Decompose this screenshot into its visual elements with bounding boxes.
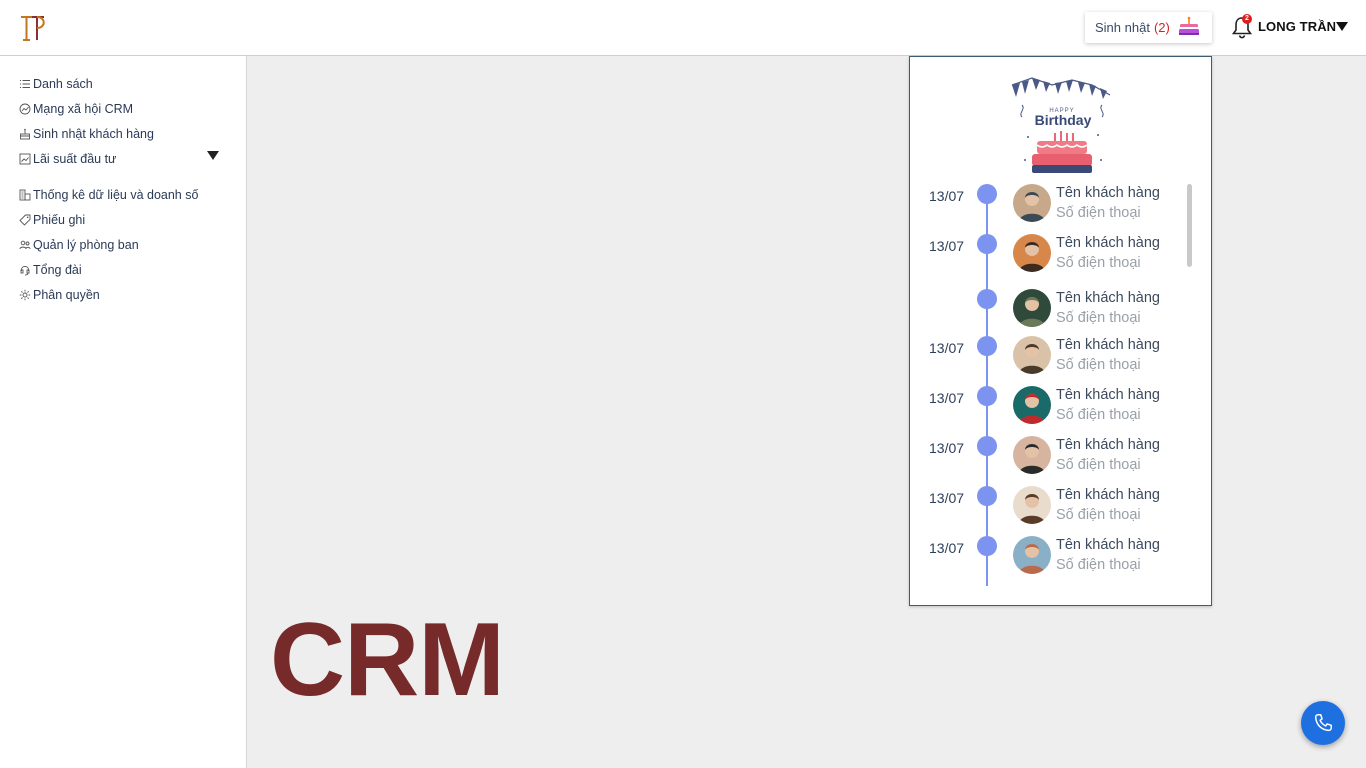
sidebar-item-label: Phiếu ghi	[33, 213, 86, 227]
birthday-entry: 13/07 Tên khách hàng Số điện thoại	[910, 536, 1210, 580]
sidebar-item-quan-ly-phong-ban[interactable]: Quản lý phòng ban	[19, 236, 139, 254]
birthday-date: 13/07	[929, 238, 965, 254]
birthday-date: 13/07	[929, 540, 965, 556]
sidebar-item-label: Lãi suất đầu tư	[33, 152, 117, 166]
sidebar: Danh sách Mạng xã hội CRM Sinh nhật khác…	[0, 56, 247, 768]
user-name[interactable]: LONG TRẦN	[1258, 19, 1336, 34]
timeline-dot	[977, 436, 997, 456]
birthday-entry: 13/07 Tên khách hàng Số điện thoại	[910, 386, 1210, 430]
avatar[interactable]	[1013, 486, 1051, 524]
notification-bell[interactable]: 2	[1230, 14, 1254, 40]
avatar[interactable]	[1013, 536, 1051, 574]
cake-icon	[1179, 16, 1199, 35]
birthday-count: (2)	[1153, 20, 1170, 35]
birthday-date: 13/07	[929, 390, 965, 406]
customer-name[interactable]: Tên khách hàng	[1056, 437, 1160, 453]
sidebar-item-phan-quyen[interactable]: Phân quyền	[19, 286, 100, 304]
happy-birthday-banner: HAPPY Birthday	[1011, 77, 1111, 173]
sidebar-item-label: Sinh nhật khách hàng	[33, 127, 154, 141]
birthday-button[interactable]: Sinh nhật (2)	[1085, 12, 1212, 43]
sidebar-item-label: Thống kê dữ liệu và doanh số	[33, 188, 199, 202]
avatar[interactable]	[1013, 234, 1051, 272]
sidebar-item-danh-sach[interactable]: Danh sách	[19, 75, 93, 93]
call-button[interactable]	[1301, 701, 1345, 745]
sidebar-item-label: Tổng đài	[33, 263, 82, 277]
gear-icon	[19, 289, 31, 301]
timeline-dot	[977, 234, 997, 254]
customer-name[interactable]: Tên khách hàng	[1056, 387, 1160, 403]
user-menu-caret-icon[interactable]	[1336, 22, 1348, 31]
sidebar-item-mang-xa-hoi[interactable]: Mạng xã hội CRM	[19, 100, 133, 118]
list-icon	[19, 78, 31, 90]
sidebar-item-tong-dai[interactable]: Tổng đài	[19, 261, 82, 279]
timeline-dot	[977, 486, 997, 506]
birthday-entry: Tên khách hàng Số điện thoại	[910, 289, 1210, 333]
sidebar-item-phieu-ghi[interactable]: Phiếu ghi	[19, 211, 85, 229]
top-bar: Sinh nhật (2) 2 LONG TRẦN	[0, 0, 1366, 56]
customer-phone: Số điện thoại	[1056, 507, 1141, 523]
notification-badge: 2	[1242, 14, 1252, 24]
sidebar-expand-caret-icon[interactable]	[207, 151, 219, 160]
timeline-dot	[977, 289, 997, 309]
sidebar-item-label: Quản lý phòng ban	[33, 238, 139, 252]
sidebar-item-label: Phân quyền	[33, 288, 100, 302]
chart-box-icon	[19, 153, 31, 165]
banner-text: Birthday	[1035, 112, 1092, 128]
customer-name[interactable]: Tên khách hàng	[1056, 537, 1160, 553]
birthday-button-label: Sinh nhật	[1095, 20, 1150, 35]
customer-name[interactable]: Tên khách hàng	[1056, 337, 1160, 353]
company-logo[interactable]	[18, 13, 48, 43]
customer-phone: Số điện thoại	[1056, 205, 1141, 221]
customer-phone: Số điện thoại	[1056, 457, 1141, 473]
sidebar-item-thong-ke[interactable]: Thống kê dữ liệu và doanh số	[19, 186, 198, 204]
birthday-dropdown-panel: HAPPY Birthday 13/07 Tên khách hàng Số điệ…	[909, 56, 1212, 606]
users-icon	[19, 239, 31, 251]
page-title: CRM	[270, 602, 505, 718]
avatar[interactable]	[1013, 386, 1051, 424]
customer-phone: Số điện thoại	[1056, 407, 1141, 423]
sidebar-item-lai-suat[interactable]: Lãi suất đầu tư	[19, 150, 116, 168]
birthday-entry: 13/07 Tên khách hàng Số điện thoại	[910, 486, 1210, 530]
birthday-date: 13/07	[929, 340, 965, 356]
customer-phone: Số điện thoại	[1056, 557, 1141, 573]
sidebar-item-label: Danh sách	[33, 77, 93, 91]
timeline-dot	[977, 336, 997, 356]
customer-phone: Số điện thoại	[1056, 255, 1141, 271]
sidebar-item-label: Mạng xã hội CRM	[33, 102, 134, 116]
timeline-dot	[977, 386, 997, 406]
birthday-entry: 13/07 Tên khách hàng Số điện thoại	[910, 234, 1210, 278]
avatar[interactable]	[1013, 289, 1051, 327]
customer-name[interactable]: Tên khách hàng	[1056, 235, 1160, 251]
customer-name[interactable]: Tên khách hàng	[1056, 185, 1160, 201]
avatar[interactable]	[1013, 436, 1051, 474]
timeline-dot	[977, 536, 997, 556]
customer-name[interactable]: Tên khách hàng	[1056, 290, 1160, 306]
sidebar-item-sinh-nhat[interactable]: Sinh nhật khách hàng	[19, 125, 154, 143]
birthday-date: 13/07	[929, 490, 965, 506]
cake-icon	[19, 128, 31, 140]
customer-name[interactable]: Tên khách hàng	[1056, 487, 1160, 503]
phone-icon	[1314, 714, 1332, 732]
tag-icon	[19, 214, 31, 226]
customer-phone: Số điện thoại	[1056, 357, 1141, 373]
customer-phone: Số điện thoại	[1056, 310, 1141, 326]
headset-icon	[19, 264, 31, 276]
birthday-date: 13/07	[929, 440, 965, 456]
chart-icon	[19, 103, 31, 115]
birthday-entry: 13/07 Tên khách hàng Số điện thoại	[910, 184, 1210, 228]
birthday-date: 13/07	[929, 188, 965, 204]
birthday-entry: 13/07 Tên khách hàng Số điện thoại	[910, 336, 1210, 380]
avatar[interactable]	[1013, 336, 1051, 374]
building-icon	[19, 189, 31, 201]
timeline-dot	[977, 184, 997, 204]
avatar[interactable]	[1013, 184, 1051, 222]
birthday-entry: 13/07 Tên khách hàng Số điện thoại	[910, 436, 1210, 480]
